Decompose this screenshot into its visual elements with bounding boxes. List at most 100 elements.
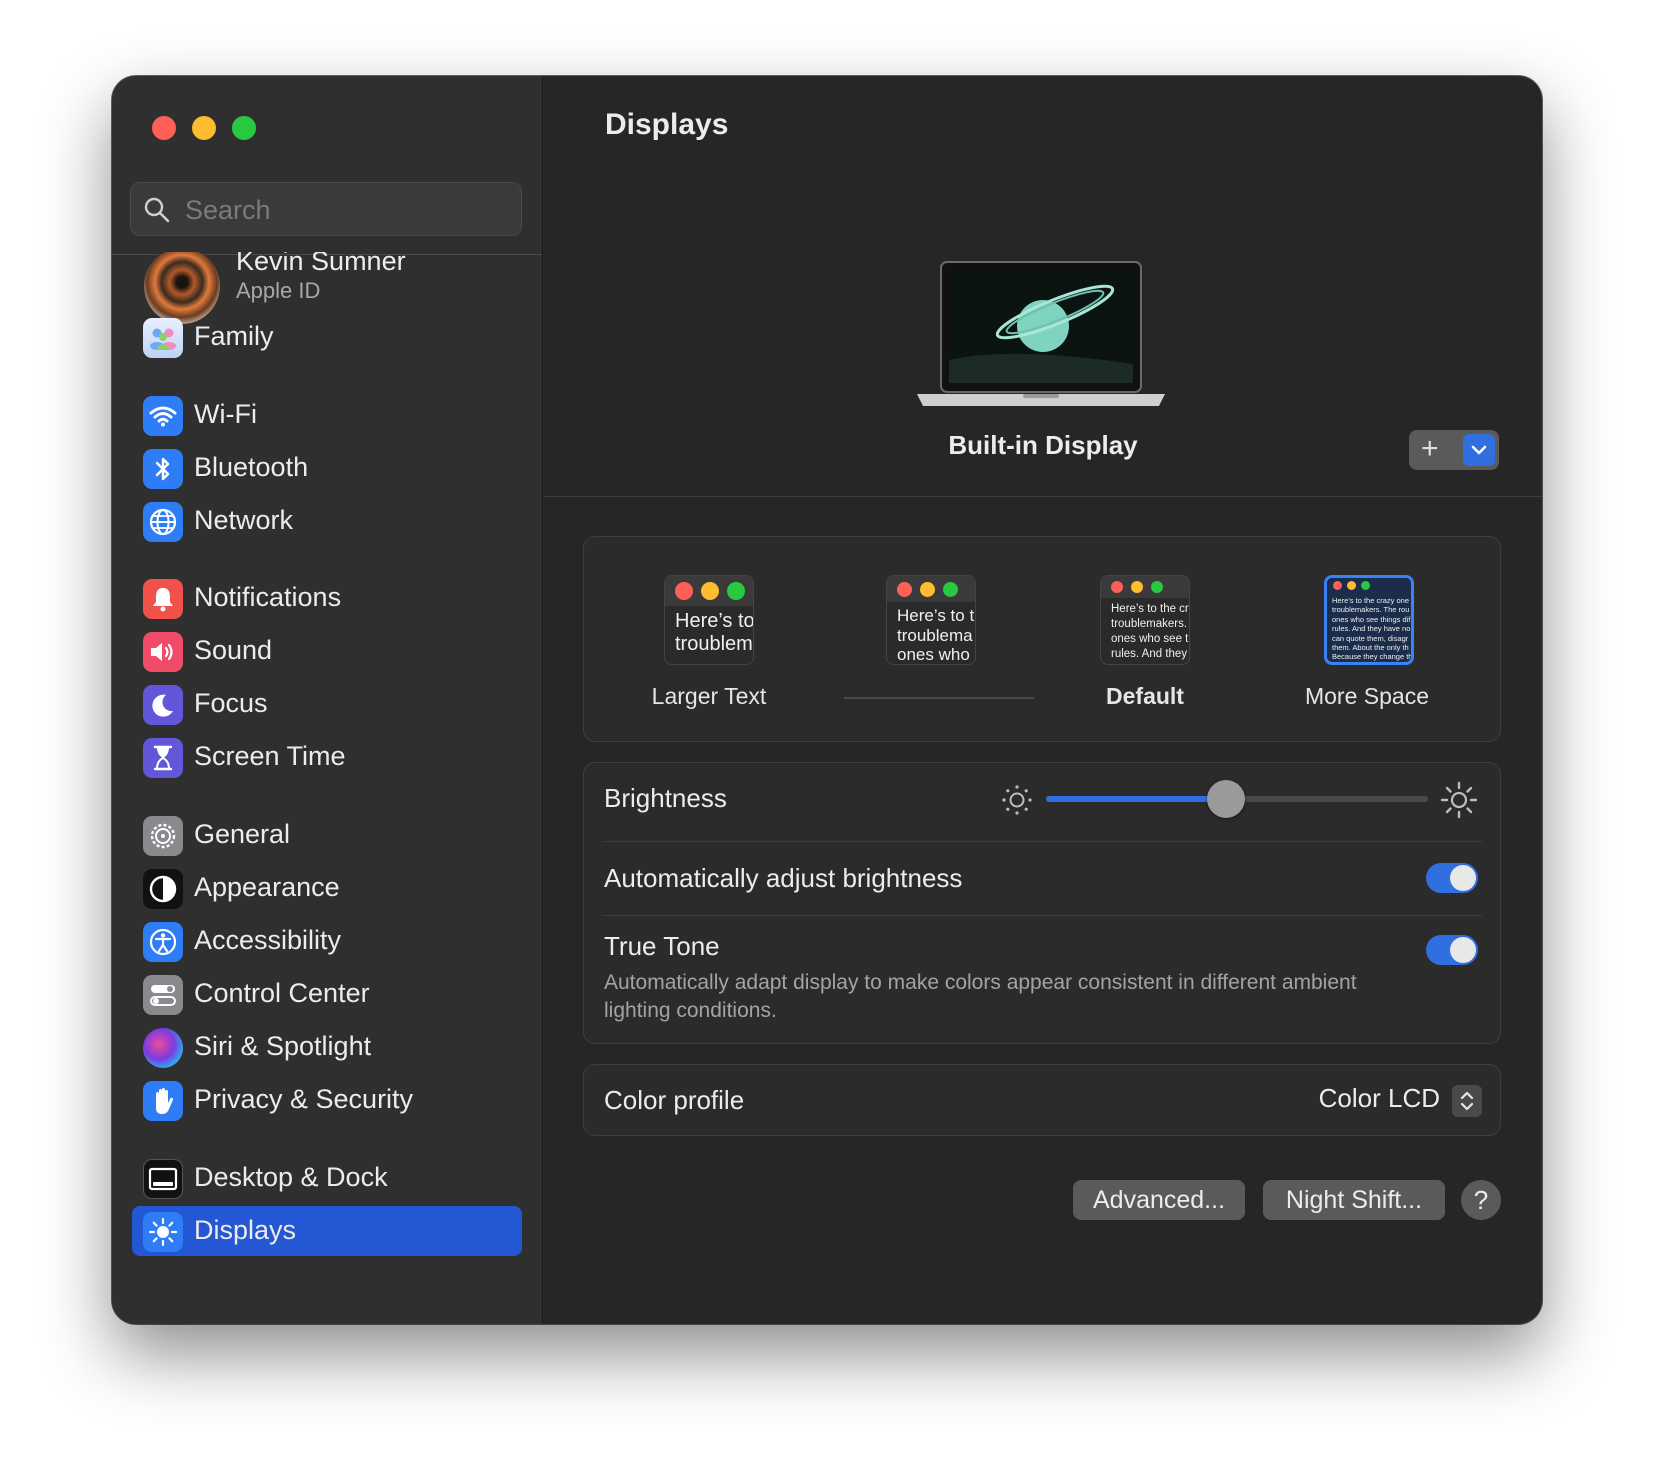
add-display-button[interactable]: + (1409, 430, 1499, 470)
toggles-icon (143, 975, 183, 1015)
accessibility-icon (143, 922, 183, 962)
speaker-icon (143, 632, 183, 672)
sidebar-item-label: Bluetooth (194, 452, 309, 482)
sidebar-item-wifi[interactable]: Wi-Fi (132, 390, 522, 440)
display-name[interactable]: Built-in Display (843, 430, 1243, 461)
brightness-slider-thumb[interactable] (1206, 780, 1245, 818)
siri-icon (143, 1028, 183, 1068)
preview-text: Here’s to the cr troublemakers. ones who s… (1111, 603, 1189, 660)
sidebar-item-label: Network (194, 505, 294, 535)
auto-brightness-label: Automatically adjust brightness (604, 863, 963, 893)
resolution-scale-line (844, 697, 1034, 699)
sidebar-item-label: Appearance (194, 872, 340, 902)
advanced-button[interactable]: Advanced... (1073, 1180, 1245, 1220)
resolution-label: Default (1106, 683, 1184, 709)
sidebar-item-label: Wi-Fi (194, 399, 257, 429)
sun-dim-icon (1002, 785, 1032, 815)
add-display-dropdown[interactable] (1463, 434, 1495, 466)
resolution-preview: Here’s to the crazy one troublemakers. Th… (1324, 575, 1414, 665)
close-button[interactable] (152, 116, 176, 140)
sidebar-item-network[interactable]: Network (132, 496, 522, 546)
sun-bright-icon (1440, 781, 1478, 819)
row-divider (602, 915, 1482, 916)
chevron-updown-icon (1460, 1091, 1474, 1111)
add-label: + (1421, 432, 1439, 465)
search-field[interactable] (130, 182, 522, 236)
resolution-panel: Here’s to troublem Larger Text Here’s to … (583, 536, 1501, 742)
sidebar-item-label: Accessibility (194, 925, 342, 955)
window-controls (152, 116, 256, 140)
preview-text: Here’s to the crazy one troublemakers. Th… (1332, 596, 1413, 662)
true-tone-toggle[interactable] (1426, 935, 1478, 965)
color-profile-label: Color profile (604, 1085, 745, 1115)
color-profile-select[interactable] (1452, 1085, 1482, 1117)
resolution-option-more-space[interactable]: Here’s to the crazy one troublemakers. Th… (1254, 537, 1464, 727)
sidebar-item-label: Desktop & Dock (194, 1162, 388, 1192)
sidebar-item-label: General (194, 819, 291, 849)
sidebar-item-general[interactable]: General (132, 810, 522, 860)
wifi-icon (143, 396, 183, 436)
bluetooth-icon (143, 449, 183, 489)
globe-icon (143, 502, 183, 542)
moon-icon (143, 685, 183, 725)
main-content: Displays Built-in Display + Here’s to tr… (543, 76, 1542, 1324)
sidebar-item-label: Control Center (194, 978, 370, 1008)
sidebar-item-label: Focus (194, 688, 268, 718)
header-divider (543, 496, 1542, 497)
zoom-button[interactable] (232, 116, 256, 140)
sidebar-item-siri-spotlight[interactable]: Siri & Spotlight (132, 1022, 522, 1072)
auto-brightness-toggle[interactable] (1426, 863, 1478, 893)
resolution-preview: Here’s to troublem (664, 575, 754, 665)
sidebar-item-label: Siri & Spotlight (194, 1031, 372, 1061)
sidebar-item-privacy-security[interactable]: Privacy & Security (132, 1075, 522, 1125)
search-icon (144, 197, 170, 223)
sidebar-item-control-center[interactable]: Control Center (132, 969, 522, 1019)
sidebar-item-label: Notifications (194, 582, 342, 612)
toggle-knob (1450, 937, 1476, 963)
bell-icon (143, 579, 183, 619)
gear-icon (143, 816, 183, 856)
sidebar-item-desktop-dock[interactable]: Desktop & Dock (132, 1153, 522, 1203)
profile-name: Kevin Sumner (236, 252, 406, 276)
appearance-icon (143, 869, 183, 909)
true-tone-description: Automatically adapt display to make colo… (604, 971, 1357, 1022)
sidebar-item-bluetooth[interactable]: Bluetooth (132, 443, 522, 493)
sidebar-item-appearance[interactable]: Appearance (132, 863, 522, 913)
sidebar-item-sound[interactable]: Sound (132, 626, 522, 676)
toggle-knob (1450, 865, 1476, 891)
preview-text: Here’s to troublem (675, 610, 754, 655)
color-profile-value[interactable]: Color LCD (1319, 1083, 1440, 1114)
laptop-icon (917, 261, 1165, 406)
resolution-preview: Here’s to the cr troublemakers. ones who s… (1100, 575, 1190, 665)
sidebar-item-label: Displays (194, 1215, 297, 1245)
search-input[interactable] (183, 191, 507, 229)
sidebar-item-accessibility[interactable]: Accessibility (132, 916, 522, 966)
row-divider (602, 841, 1482, 842)
brightness-slider[interactable] (1046, 780, 1428, 818)
sidebar-item-displays[interactable]: Displays (132, 1206, 522, 1256)
sidebar-item-screen-time[interactable]: Screen Time (132, 732, 522, 782)
resolution-option-default[interactable]: Here’s to the cr troublemakers. ones who s… (1034, 537, 1244, 727)
sidebar-item-focus[interactable]: Focus (132, 679, 522, 729)
dock-icon (143, 1159, 183, 1199)
preview-text: Here’s to t troublema ones who (897, 606, 975, 665)
laptop-display-preview[interactable] (913, 260, 1173, 410)
night-shift-button[interactable]: Night Shift... (1263, 1180, 1445, 1220)
hand-icon (143, 1081, 183, 1121)
brightness-slider-fill (1046, 796, 1226, 802)
sidebar: Kevin Sumner Apple ID Family Wi-Fi Bluet… (112, 76, 543, 1324)
settings-window: Kevin Sumner Apple ID Family Wi-Fi Bluet… (112, 76, 1542, 1324)
help-button[interactable]: ? (1461, 1180, 1501, 1220)
brightness-panel: Brightness Automatically adjust brightne… (583, 762, 1501, 1044)
chevron-down-icon (1471, 445, 1487, 455)
sidebar-item-label: Sound (194, 635, 273, 665)
sidebar-item-label: Privacy & Security (194, 1084, 414, 1114)
resolution-option-larger-text[interactable]: Here’s to troublem Larger Text (584, 537, 794, 727)
sidebar-item-family[interactable]: Family (132, 312, 522, 362)
sidebar-item-notifications[interactable]: Notifications (132, 573, 522, 623)
resolution-label: More Space (1304, 683, 1429, 709)
resolution-preview: Here’s to t troublema ones who (886, 575, 976, 665)
sidebar-item-label: Family (194, 321, 274, 351)
minimize-button[interactable] (192, 116, 216, 140)
true-tone-label: True Tone (604, 931, 720, 961)
